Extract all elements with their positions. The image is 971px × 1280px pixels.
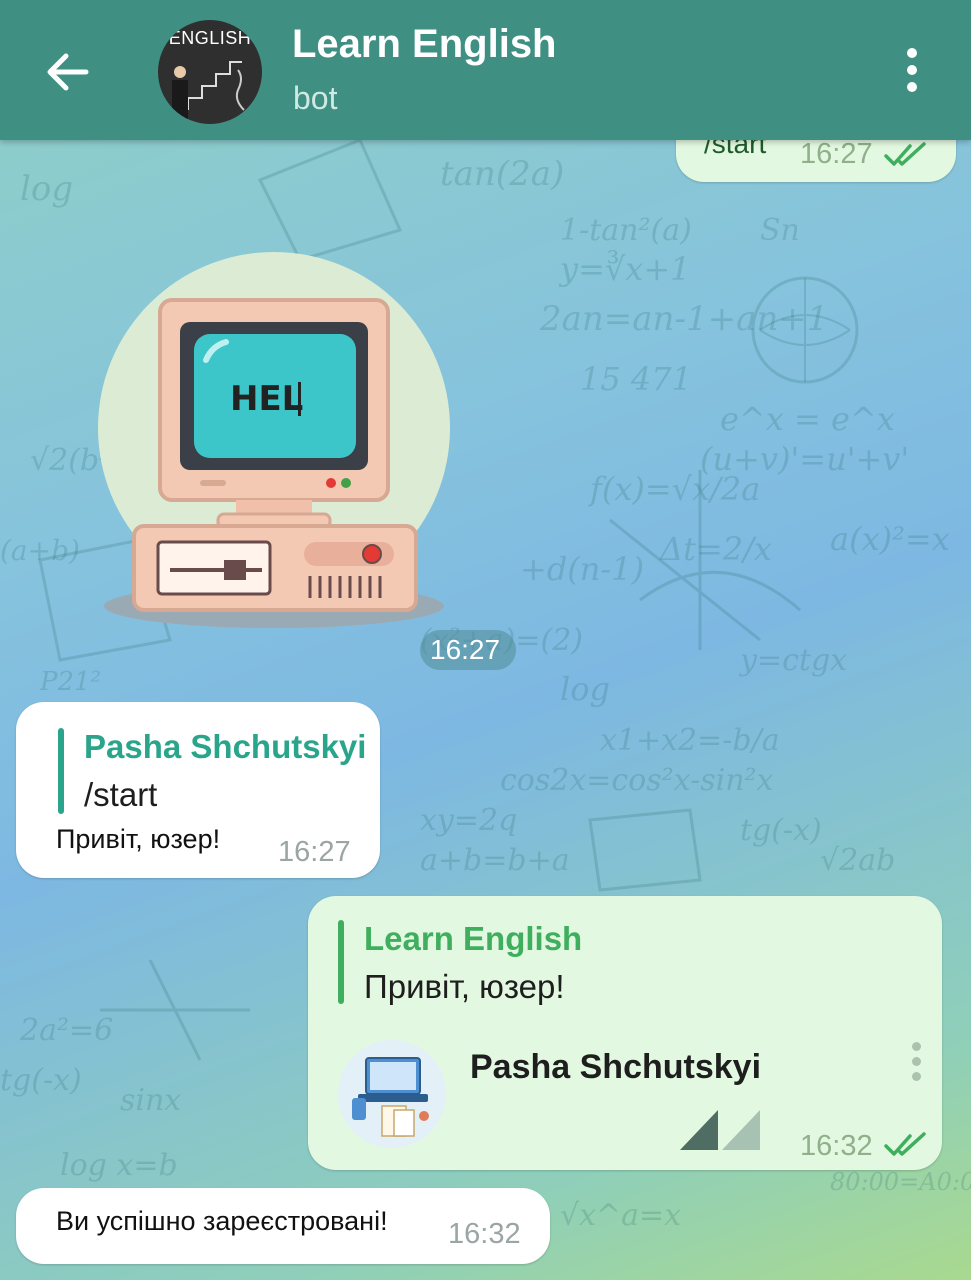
sticker-time: 16:27	[420, 630, 516, 670]
chat-title[interactable]: Learn English	[292, 22, 557, 67]
bot-avatar[interactable]: ENGLISH	[158, 20, 262, 124]
svg-text:y=∛x+1: y=∛x+1	[558, 250, 691, 288]
reply-quote-text: Привіт, юзер!	[364, 968, 565, 1005]
contact-avatar[interactable]	[338, 1040, 446, 1148]
sticker-computer[interactable]: HEL	[96, 250, 456, 630]
svg-text:15 471: 15 471	[580, 360, 692, 398]
reply-quote-text: /start	[84, 776, 158, 813]
reply-quote-name[interactable]: Pasha Shchutskyi	[84, 728, 366, 766]
svg-text:xy=2q: xy=2q	[420, 803, 517, 838]
chat-subtitle: bot	[293, 80, 338, 116]
svg-text:x1+x2=-b/a: x1+x2=-b/a	[600, 723, 780, 758]
svg-text:(u+v)'=u'+v': (u+v)'=u'+v'	[700, 440, 909, 478]
svg-text:2a²=6: 2a²=6	[19, 1013, 113, 1048]
message-contact[interactable]: Learn English Привіт, юзер! Pasha Shchut…	[308, 896, 942, 1170]
svg-text:√2ab: √2ab	[820, 843, 895, 878]
message-time: 16:32	[800, 1130, 873, 1162]
svg-text:y=ctgx: y=ctgx	[738, 643, 847, 678]
more-vertical-icon	[892, 48, 932, 92]
contact-menu-button[interactable]	[906, 1042, 926, 1086]
back-arrow-icon	[47, 53, 89, 91]
message-greeting[interactable]: Pasha Shchutskyi /start Привіт, юзер! 16…	[16, 702, 380, 878]
svg-text:√x^a=x: √x^a=x	[560, 1198, 681, 1233]
svg-text:Sn: Sn	[760, 213, 800, 248]
message-text: Привіт, юзер!	[56, 824, 221, 854]
svg-text:log: log	[560, 670, 610, 708]
svg-text:+d(n-1): +d(n-1)	[520, 550, 644, 588]
message-text: Ви успішно зареєстровані!	[56, 1206, 388, 1236]
message-time: 16:32	[448, 1218, 521, 1250]
reply-quote-name[interactable]: Learn English	[364, 920, 582, 958]
chalkboard-stairs-icon	[172, 61, 245, 120]
reply-quote-bar	[338, 920, 344, 1004]
svg-text:tg(-x): tg(-x)	[0, 1063, 82, 1098]
double-check-icon	[884, 142, 926, 166]
svg-text:a(x)²=x: a(x)²=x	[830, 520, 950, 558]
svg-text:log x=b: log x=b	[60, 1148, 178, 1183]
svg-text:a+b=b+a: a+b=b+a	[420, 843, 570, 878]
more-vertical-icon	[906, 1042, 926, 1081]
more-menu-button[interactable]	[892, 48, 932, 96]
chat-header: ENGLISH Learn English bot	[0, 0, 971, 140]
svg-text:log: log	[20, 169, 73, 209]
sticker-time-text: 16:27	[430, 634, 501, 665]
message-time: 16:27	[800, 138, 873, 170]
svg-text:Δt=2/x: Δt=2/x	[658, 530, 772, 568]
svg-text:sinx: sinx	[120, 1083, 181, 1118]
back-button[interactable]	[40, 44, 96, 100]
svg-text:tan(2a): tan(2a)	[440, 154, 564, 194]
contact-name[interactable]: Pasha Shchutskyi	[470, 1048, 761, 1087]
laptop-workspace-icon	[338, 1040, 446, 1148]
svg-text:1-tan²(a): 1-tan²(a)	[560, 213, 692, 248]
retro-computer-sticker: HEL	[98, 252, 450, 628]
double-check-icon	[884, 1132, 926, 1156]
message-time: 16:27	[278, 836, 351, 868]
svg-text:P21²: P21²	[39, 667, 101, 697]
contact-preview-glyph	[680, 1110, 760, 1150]
sticker-screen-text: HEL	[230, 379, 303, 419]
svg-text:tg(-x): tg(-x)	[740, 813, 822, 848]
svg-text:80:00=A0:0: 80:00=A0:0	[830, 1168, 971, 1196]
svg-text:cos2x=cos²x-sin²x: cos2x=cos²x-sin²x	[500, 763, 774, 798]
svg-text:e^x = e^x: e^x = e^x	[720, 400, 895, 438]
message-registered[interactable]: Ви успішно зареєстровані! 16:32	[16, 1188, 550, 1264]
reply-quote-bar	[58, 728, 64, 814]
